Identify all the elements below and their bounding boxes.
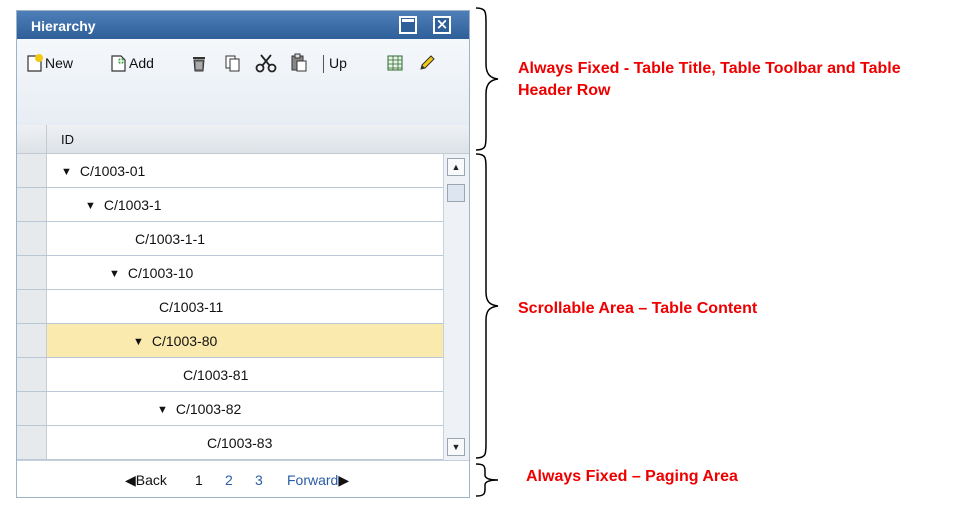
- table-row[interactable]: ▼ C/1003-1: [17, 188, 443, 222]
- add-icon: [109, 53, 129, 73]
- scroll-down-icon[interactable]: ▼: [447, 438, 465, 456]
- cut-icon: [255, 53, 277, 73]
- brace-fixed-top: [475, 7, 499, 151]
- row-selector[interactable]: [17, 392, 47, 425]
- row-selector[interactable]: [17, 154, 47, 187]
- row-selector[interactable]: [17, 426, 47, 459]
- expand-triangle-icon[interactable]: ▼: [157, 404, 168, 416]
- paste-icon: [289, 53, 309, 73]
- maximize-icon[interactable]: [399, 16, 417, 34]
- forward-button[interactable]: Forward▶: [287, 472, 349, 489]
- table-row[interactable]: ▼ C/1003-82: [17, 392, 443, 426]
- forward-arrow-icon: ▶: [338, 472, 350, 488]
- row-id-cell: ▼ C/1003-01: [61, 163, 146, 179]
- back-arrow-icon: ◀: [125, 472, 136, 488]
- copy-button[interactable]: [223, 53, 243, 73]
- expand-triangle-icon[interactable]: ▼: [61, 166, 72, 178]
- expand-triangle-icon[interactable]: ▼: [109, 268, 120, 280]
- row-selector[interactable]: [17, 358, 47, 391]
- new-button[interactable]: New: [25, 53, 73, 73]
- annotation-fixed-paging: Always Fixed – Paging Area: [526, 468, 738, 485]
- back-button[interactable]: ◀Back: [125, 472, 167, 489]
- brace-scrollable: [475, 153, 499, 459]
- up-button[interactable]: Up: [329, 53, 347, 73]
- edit-button[interactable]: [417, 53, 437, 73]
- export-button[interactable]: [385, 53, 405, 73]
- page-1[interactable]: 1: [195, 472, 203, 488]
- table-row[interactable]: C/1003-81: [17, 358, 443, 392]
- new-button-label: New: [45, 55, 74, 71]
- row-id-cell: ▼ C/1003-82: [157, 401, 242, 417]
- new-icon: [25, 53, 45, 73]
- delete-button[interactable]: [189, 53, 209, 73]
- hierarchy-panel: Hierarchy × New Add Up ID ▼ C/1003-01 ▼ …: [16, 10, 470, 498]
- expand-triangle-icon[interactable]: ▼: [85, 200, 96, 212]
- panel-title: Hierarchy: [31, 18, 96, 34]
- table-row[interactable]: ▼ C/1003-10: [17, 256, 443, 290]
- page-2[interactable]: 2: [225, 472, 233, 488]
- select-all-column[interactable]: [17, 125, 47, 153]
- add-button-label: Add: [129, 55, 154, 71]
- title-bar: Hierarchy ×: [17, 11, 469, 39]
- row-selector[interactable]: [17, 290, 47, 323]
- row-id-cell: C/1003-11: [159, 299, 224, 315]
- cut-button[interactable]: [255, 53, 277, 73]
- scroll-up-icon[interactable]: ▲: [447, 158, 465, 176]
- table-row[interactable]: C/1003-83: [17, 426, 443, 460]
- table-row[interactable]: C/1003-1-1: [17, 222, 443, 256]
- add-button[interactable]: Add: [109, 53, 154, 73]
- table-row[interactable]: C/1003-11: [17, 290, 443, 324]
- copy-icon: [223, 53, 243, 73]
- table-body: ▼ C/1003-01 ▼ C/1003-1 C/1003-1-1 ▼ C/1003-…: [17, 154, 443, 460]
- table-toolbar: New Add Up: [17, 39, 469, 126]
- close-icon[interactable]: ×: [433, 16, 451, 34]
- row-selector[interactable]: [17, 188, 47, 221]
- scroll-thumb[interactable]: [447, 184, 465, 202]
- brace-fixed-paging: [475, 463, 499, 497]
- row-id-cell: C/1003-81: [183, 367, 249, 383]
- excel-export-icon: [385, 53, 405, 73]
- table-header-row: ID: [17, 125, 469, 154]
- vertical-scrollbar[interactable]: ▲ ▼: [443, 154, 469, 460]
- annotation-fixed-top: Always Fixed - Table Title, Table Toolba…: [518, 60, 901, 99]
- page-3[interactable]: 3: [255, 472, 263, 488]
- row-selector[interactable]: [17, 256, 47, 289]
- row-id-cell: ▼ C/1003-80: [133, 333, 218, 349]
- row-id-cell: C/1003-83: [207, 435, 273, 451]
- row-selector[interactable]: [17, 222, 47, 255]
- expand-triangle-icon[interactable]: ▼: [133, 336, 144, 348]
- up-button-label: Up: [329, 55, 347, 71]
- table-row[interactable]: ▼ C/1003-01: [17, 154, 443, 188]
- table-row-selected[interactable]: ▼ C/1003-80: [17, 324, 443, 358]
- delete-icon: [189, 53, 209, 73]
- toolbar-separator: [323, 55, 324, 73]
- row-id-cell: ▼ C/1003-1: [85, 197, 162, 213]
- row-id-cell: C/1003-1-1: [135, 231, 206, 247]
- row-selector[interactable]: [17, 324, 47, 357]
- paste-button[interactable]: [289, 53, 309, 73]
- annotation-scrollable: Scrollable Area – Table Content: [518, 300, 758, 317]
- edit-icon: [417, 53, 437, 73]
- row-id-cell: ▼ C/1003-10: [109, 265, 194, 281]
- paging-area: ◀Back 1 2 3 Forward▶: [17, 460, 469, 497]
- column-header-id[interactable]: ID: [61, 132, 74, 147]
